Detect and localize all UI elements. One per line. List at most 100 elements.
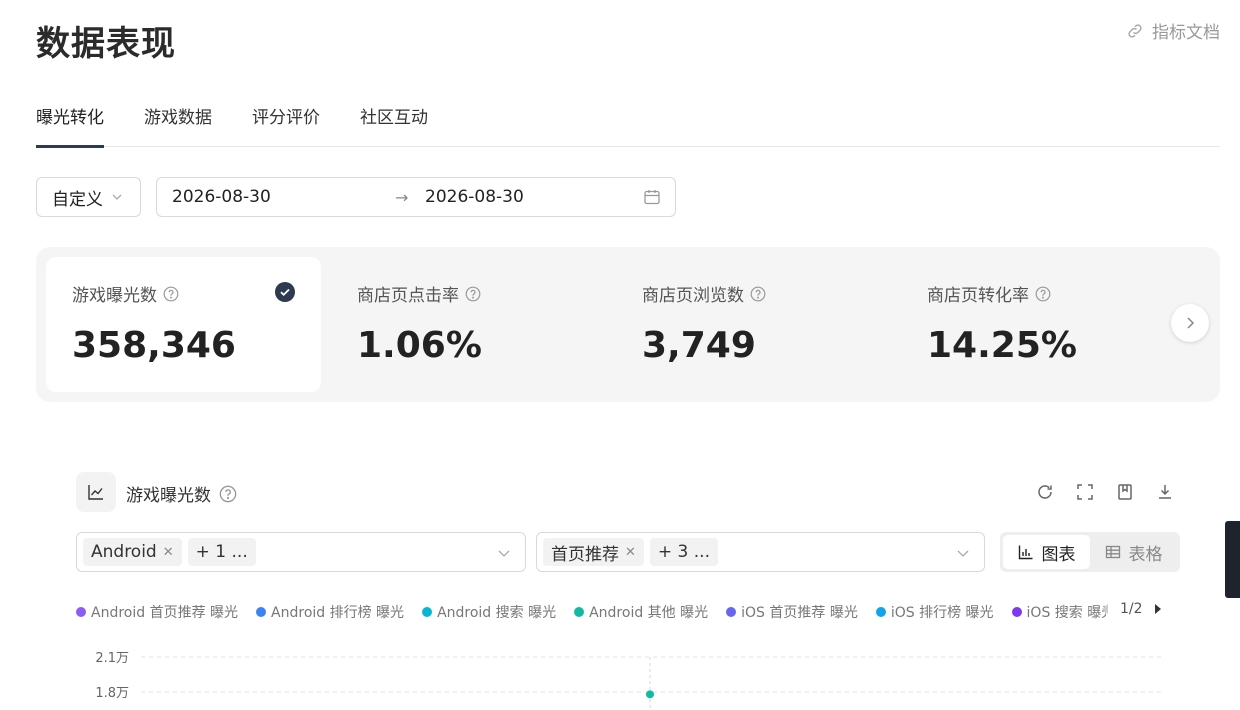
legend-label: Android 首页推荐 曝光 [91,605,239,621]
table-icon [1105,545,1120,559]
tab-community-interaction[interactable]: 社区互动 [360,96,428,147]
legend-item[interactable]: Android 首页推荐 曝光 [76,602,238,622]
metric-value: 358,346 [72,325,236,366]
legend-page-indicator: 1/2 [1120,601,1143,617]
tab-exposure-conversion[interactable]: 曝光转化 [36,96,104,148]
side-panel-handle[interactable] [1225,521,1240,598]
platform-filter-select[interactable]: Android ✕ + 1 ... [76,532,526,572]
metric-label: 游戏曝光数 [72,286,157,306]
legend-dot [256,607,267,617]
metric-value: 14.25% [927,325,1077,366]
chevron-down-icon [498,550,510,557]
metric-label: 商店页转化率 [927,286,1029,306]
date-end-input[interactable]: 2026-08-30 [425,187,524,207]
legend-item[interactable]: Android 其他 曝光 [574,602,708,622]
fullscreen-icon[interactable] [1075,482,1095,502]
legend-label: Android 其他 曝光 [589,605,709,621]
legend-label: iOS 搜索 曝光 [1026,605,1106,621]
line-chart-icon [76,472,116,512]
metric-card-game-exposure[interactable]: 游戏曝光数 358,346 [46,257,321,392]
platform-tag-label: Android [91,542,157,562]
legend-item[interactable]: iOS 排行榜 曝光 [875,602,994,622]
legend-item[interactable]: Android 排行榜 曝光 [256,602,404,622]
legend-label: iOS 排行榜 曝光 [890,605,994,621]
source-tag: 首页推荐 ✕ [543,538,644,566]
legend-dot [726,607,737,617]
legend-item[interactable]: iOS 搜索 曝光 [1011,602,1106,622]
metric-card-store-conversion[interactable]: 商店页转化率 14.25% [901,257,1176,392]
doc-link-label: 指标文档 [1152,23,1220,43]
help-icon[interactable] [1035,286,1051,302]
chevron-down-icon [112,194,122,200]
y-tick-label: 2.1万 [95,651,129,666]
help-icon[interactable] [465,286,481,302]
metric-label-wrap: 商店页转化率 [927,281,1051,306]
source-more-tag: + 3 ... [649,538,718,566]
range-type-label: 自定义 [52,189,103,210]
chart-legend: Android 首页推荐 曝光 Android 排行榜 曝光 Android 搜索 … [76,602,1106,622]
legend-item[interactable]: Android 搜索 曝光 [422,602,556,622]
platform-tag: Android ✕ [83,538,182,566]
metric-value: 3,749 [642,325,756,366]
metric-value: 1.06% [357,325,482,366]
bar-chart-icon [1018,545,1032,560]
date-range-arrow: → [395,187,409,207]
bookmark-icon[interactable] [1115,482,1135,502]
y-tick-label: 1.8万 [95,686,129,701]
platform-more-tag: + 1 ... [187,538,256,566]
chevron-down-icon [957,550,969,557]
carousel-next-button[interactable] [1171,304,1209,342]
download-icon[interactable] [1155,482,1175,502]
legend-dot [76,607,86,617]
metric-label-wrap: 商店页浏览数 [642,281,766,306]
legend-dot [574,607,585,617]
metric-label: 商店页点击率 [357,286,459,306]
chart-title-wrap: 游戏曝光数 [126,481,237,506]
chart-title: 游戏曝光数 [126,486,211,506]
legend-label: Android 排行榜 曝光 [271,605,405,621]
view-toggle: 图表 表格 [1000,532,1180,572]
exposure-chart: 2.1万 1.8万 [95,651,1161,710]
legend-label: Android 搜索 曝光 [437,605,557,621]
source-filter-select[interactable]: 首页推荐 ✕ + 3 ... [536,532,985,572]
table-view-label: 表格 [1128,544,1163,565]
page-title: 数据表现 [36,24,176,64]
caret-right-icon[interactable] [1153,603,1163,615]
chart-toolbar [1035,482,1175,502]
legend-dot [422,607,433,617]
close-icon[interactable]: ✕ [625,545,636,560]
metric-label-wrap: 游戏曝光数 [72,281,179,306]
legend-dot [875,607,886,617]
refresh-icon[interactable] [1035,482,1055,502]
legend-item[interactable]: iOS 首页推荐 曝光 [726,602,858,622]
tab-game-data[interactable]: 游戏数据 [144,96,212,147]
help-icon[interactable] [219,485,237,503]
metric-label: 商店页浏览数 [642,286,744,306]
help-icon[interactable] [750,286,766,302]
link-icon [1128,23,1142,38]
metric-label-wrap: 商店页点击率 [357,281,481,306]
metric-card-store-views[interactable]: 商店页浏览数 3,749 [616,257,891,392]
metrics-carousel: 游戏曝光数 358,346 商店页点击率 1.06% 商店页浏览数 3,749 … [36,247,1220,402]
calendar-icon[interactable] [643,188,661,206]
date-range-picker[interactable]: 2026-08-30 → 2026-08-30 [156,177,676,217]
tab-bar: 曝光转化 游戏数据 评分评价 社区互动 [36,96,1220,148]
legend-label: iOS 首页推荐 曝光 [741,605,858,621]
legend-pager: 1/2 [1100,601,1163,617]
chevron-right-icon [1187,317,1195,329]
chart-view-label: 图表 [1041,544,1076,565]
date-start-input[interactable]: 2026-08-30 [172,187,271,207]
caret-left-icon[interactable] [1100,603,1110,615]
help-icon[interactable] [163,286,179,302]
table-view-button[interactable]: 表格 [1090,535,1177,569]
metric-card-store-ctr[interactable]: 商店页点击率 1.06% [331,257,606,392]
check-circle-icon [275,282,295,302]
metrics-doc-link[interactable]: 指标文档 [1126,18,1220,43]
data-point[interactable] [646,690,654,699]
range-type-select[interactable]: 自定义 [36,177,141,217]
legend-dot [1011,607,1022,617]
source-tag-label: 首页推荐 [551,544,619,565]
close-icon[interactable]: ✕ [163,545,174,560]
chart-view-button[interactable]: 图表 [1003,535,1090,569]
tab-ratings-reviews[interactable]: 评分评价 [252,96,320,147]
